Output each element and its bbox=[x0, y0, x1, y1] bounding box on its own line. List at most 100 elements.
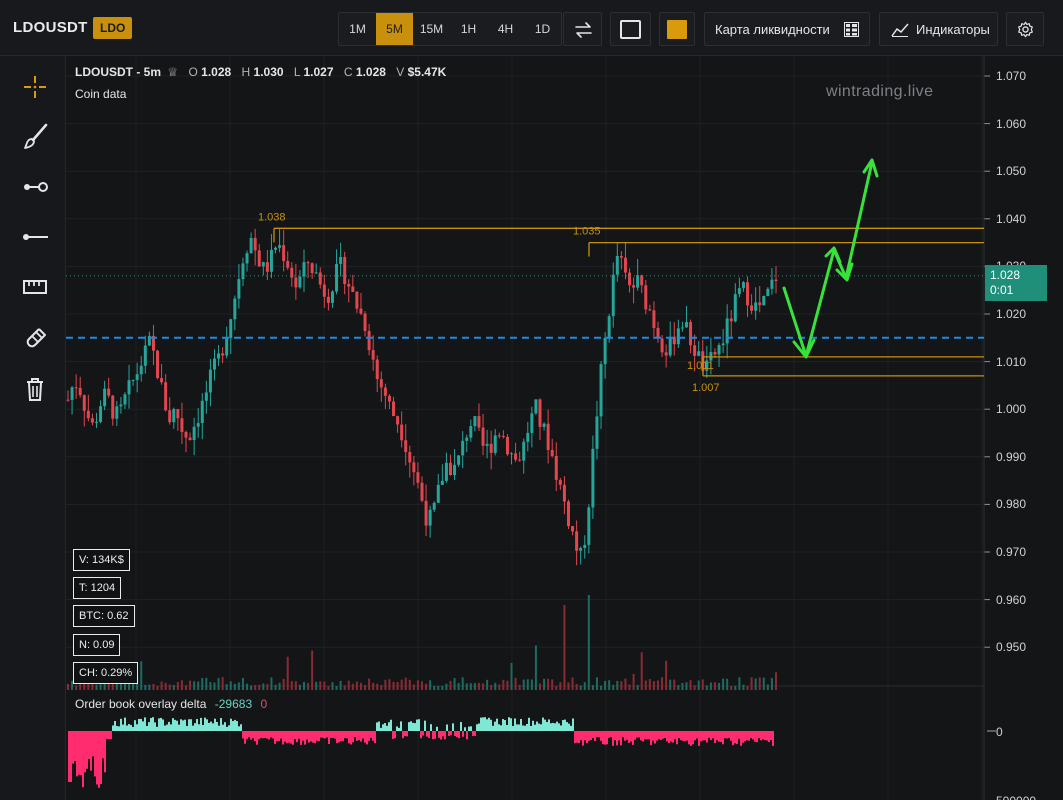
volume-bar bbox=[298, 684, 301, 690]
orderbook-delta-bar bbox=[160, 717, 162, 731]
close-key: C bbox=[343, 65, 353, 79]
timeframe-4h-button[interactable]: 4H bbox=[487, 13, 524, 45]
orderbook-delta-bar bbox=[660, 731, 662, 740]
candle-body bbox=[371, 350, 375, 360]
volume-bar bbox=[693, 685, 696, 690]
volume-bar bbox=[494, 682, 497, 690]
orderbook-delta-bar bbox=[730, 731, 732, 741]
color-picker-button[interactable] bbox=[659, 12, 695, 46]
ruler-icon[interactable] bbox=[20, 272, 50, 302]
orderbook-delta-bar bbox=[668, 731, 670, 743]
candle-body bbox=[172, 409, 176, 423]
orderbook-delta-bar bbox=[760, 731, 762, 741]
orderbook-delta-bar bbox=[502, 719, 504, 731]
brush-icon[interactable] bbox=[20, 122, 50, 152]
trash-icon[interactable] bbox=[20, 374, 50, 404]
volume-bar bbox=[705, 685, 708, 690]
orderbook-delta-bar bbox=[226, 726, 228, 731]
orderbook-delta-bar bbox=[262, 731, 264, 739]
orderbook-delta-bar bbox=[360, 731, 362, 742]
orderbook-delta-bar bbox=[422, 731, 424, 736]
volume-bar bbox=[172, 685, 175, 690]
volume-bar bbox=[319, 681, 322, 690]
swap-button[interactable] bbox=[563, 12, 602, 46]
timeframe-15m-button[interactable]: 15M bbox=[413, 13, 450, 45]
orderbook-delta-bar bbox=[424, 720, 426, 731]
orderbook-delta-bar bbox=[636, 731, 638, 738]
orderbook-delta-bar bbox=[134, 720, 136, 731]
volume-bar bbox=[327, 685, 330, 690]
candle-body bbox=[571, 526, 575, 532]
indicators-button[interactable]: Индикаторы bbox=[879, 12, 998, 46]
orderbook-delta-bar bbox=[740, 731, 742, 746]
volume-bar bbox=[359, 682, 362, 690]
orderbook-delta-bar bbox=[432, 731, 434, 740]
candle-body bbox=[392, 401, 396, 417]
horizontal-line-icon[interactable] bbox=[20, 222, 50, 252]
orderbook-delta-bar bbox=[594, 731, 596, 741]
orderbook-delta-bar bbox=[414, 723, 416, 731]
orderbook-delta-bar bbox=[118, 726, 120, 731]
orderbook-delta-bar bbox=[698, 731, 700, 746]
orderbook-delta-bar bbox=[322, 731, 324, 738]
orderbook-delta-bar bbox=[104, 731, 106, 773]
volume-bar bbox=[404, 677, 407, 690]
orderbook-delta-bar bbox=[714, 731, 716, 744]
volume-bar bbox=[180, 680, 183, 690]
coin-badge: LDO bbox=[93, 17, 133, 39]
coin-data-label[interactable]: Coin data bbox=[75, 87, 126, 101]
timeframe-1m-button[interactable]: 1M bbox=[339, 13, 376, 45]
volume-bar bbox=[738, 677, 741, 690]
candle-body bbox=[302, 262, 306, 277]
candle-body bbox=[245, 253, 249, 264]
candle-body bbox=[229, 319, 233, 338]
orderbook-delta-bar bbox=[400, 721, 402, 731]
chart-style-button[interactable] bbox=[610, 12, 651, 46]
settings-button[interactable] bbox=[1006, 12, 1044, 46]
orderbook-delta-bar bbox=[484, 717, 486, 731]
volume-bar bbox=[624, 678, 627, 690]
volume-bar bbox=[119, 683, 122, 690]
orderbook-delta-value: -29683 bbox=[214, 697, 253, 711]
orderbook-delta-bar bbox=[310, 731, 312, 742]
orderbook-delta-bar bbox=[664, 731, 666, 739]
timeframe-1h-button[interactable]: 1H bbox=[450, 13, 487, 45]
orderbook-delta-bar bbox=[164, 725, 166, 731]
orderbook-delta-bar bbox=[712, 731, 714, 739]
open-value: 1.028 bbox=[201, 65, 232, 79]
chart-area[interactable]: 1.038 1.035 1.011 1.007 LDOUSDT - 5m ♕ O 1.… bbox=[66, 56, 1063, 800]
volume-bar bbox=[620, 681, 623, 690]
orderbook-delta-bar bbox=[728, 731, 730, 739]
candle-body bbox=[184, 431, 188, 438]
candle-body bbox=[424, 500, 428, 526]
candle-body bbox=[217, 353, 221, 359]
candle-body bbox=[253, 237, 257, 251]
timeframe-1d-button[interactable]: 1D bbox=[524, 13, 561, 45]
orderbook-delta-bar bbox=[564, 719, 566, 731]
volume-bar bbox=[185, 685, 187, 690]
liquidity-map-button[interactable]: Карта ликвидности bbox=[704, 12, 870, 46]
symbol-title[interactable]: LDOUSDT bbox=[13, 19, 88, 36]
orderbook-delta-bar bbox=[620, 731, 622, 746]
volume-bar bbox=[571, 677, 574, 690]
price-chart[interactable]: 1.038 1.035 1.011 1.007 bbox=[66, 56, 1063, 800]
orderbook-delta-bar bbox=[536, 721, 538, 731]
timeframe-5m-button[interactable]: 5M bbox=[376, 13, 413, 45]
orderbook-delta-bar bbox=[154, 722, 156, 731]
timeframe-selector: 1M 5M 15M 1H 4H 1D bbox=[338, 12, 562, 46]
orderbook-delta-bar bbox=[304, 731, 306, 745]
candle-body bbox=[156, 350, 160, 379]
orderbook-delta-bar bbox=[84, 731, 86, 773]
magnet-icon[interactable] bbox=[20, 324, 50, 354]
orderbook-delta-bar bbox=[644, 731, 646, 740]
ray-icon[interactable] bbox=[20, 172, 50, 202]
orderbook-delta-bar bbox=[412, 722, 414, 731]
orderbook-delta-bar bbox=[592, 731, 594, 739]
candle-body bbox=[770, 279, 774, 289]
orderbook-delta-bar bbox=[132, 726, 134, 731]
orderbook-delta-bar bbox=[410, 721, 412, 731]
volume-bar bbox=[331, 682, 334, 690]
volume-bar bbox=[608, 680, 611, 690]
crosshair-icon[interactable] bbox=[20, 72, 50, 102]
candle-body bbox=[436, 484, 440, 503]
